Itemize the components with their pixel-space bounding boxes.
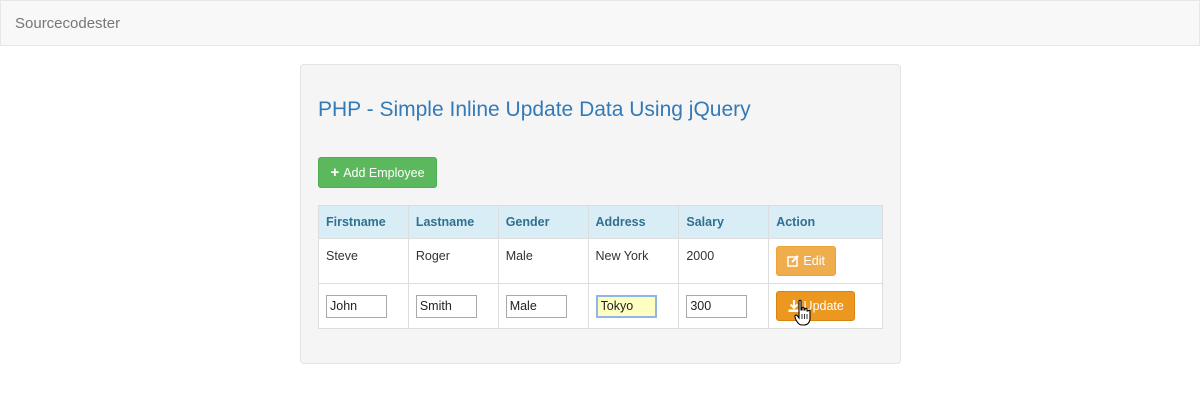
employee-table: Firstname Lastname Gender Address Salary…	[318, 205, 883, 329]
add-employee-label: Add Employee	[343, 165, 425, 180]
cell-address: New York	[587, 238, 680, 284]
cell-address	[587, 283, 680, 329]
cell-salary: 2000	[678, 238, 770, 284]
table-row: Steve Roger Male New York 2000 Edit	[318, 238, 883, 284]
table-row-editing: Update	[318, 283, 883, 329]
header-lastname: Lastname	[407, 205, 499, 239]
edit-icon	[787, 255, 800, 267]
add-employee-button[interactable]: + Add Employee	[318, 157, 437, 188]
cell-firstname: Steve	[318, 238, 409, 284]
header-firstname: Firstname	[318, 205, 409, 239]
cell-salary	[678, 283, 770, 329]
header-action: Action	[768, 205, 883, 239]
download-icon	[788, 300, 800, 312]
edit-button[interactable]: Edit	[776, 246, 837, 276]
table-header-row: Firstname Lastname Gender Address Salary…	[318, 205, 883, 239]
navbar-brand[interactable]: Sourcecodester	[15, 15, 120, 32]
page-title: PHP - Simple Inline Update Data Using jQ…	[318, 98, 751, 121]
update-label: Update	[803, 299, 844, 313]
cell-action: Update	[768, 283, 883, 329]
cell-gender: Male	[497, 238, 589, 284]
edit-label: Edit	[803, 254, 825, 268]
cell-lastname	[407, 283, 499, 329]
firstname-input[interactable]	[326, 294, 387, 318]
navbar: Sourcecodester	[0, 0, 1200, 46]
main-panel: PHP - Simple Inline Update Data Using jQ…	[300, 64, 901, 364]
cell-firstname	[318, 283, 409, 329]
address-input[interactable]	[595, 294, 657, 318]
lastname-input[interactable]	[415, 294, 477, 318]
header-address: Address	[587, 205, 680, 239]
plus-icon: +	[330, 164, 340, 181]
update-button[interactable]: Update	[776, 291, 856, 321]
cell-gender	[497, 283, 589, 329]
cell-lastname: Roger	[407, 238, 499, 284]
header-gender: Gender	[497, 205, 589, 239]
cell-action: Edit	[768, 238, 883, 284]
header-salary: Salary	[678, 205, 770, 239]
gender-input[interactable]	[505, 294, 567, 318]
salary-input[interactable]	[686, 294, 748, 318]
